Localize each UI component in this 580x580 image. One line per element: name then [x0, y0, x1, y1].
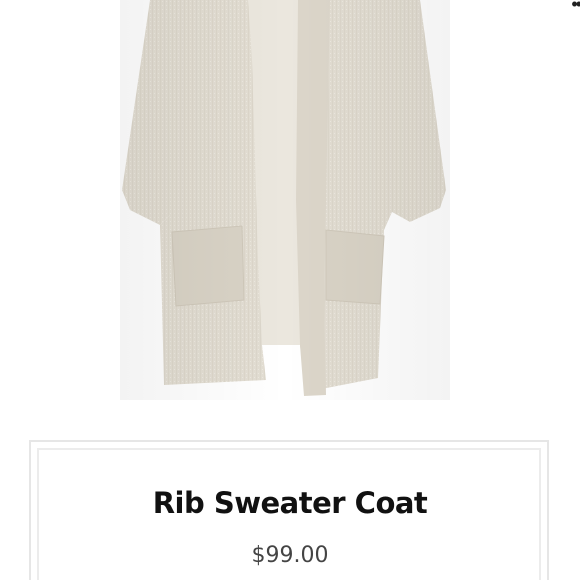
- product-price: $99.00: [251, 543, 329, 568]
- more-options-icon[interactable]: ••: [571, 0, 580, 15]
- product-title[interactable]: Rib Sweater Coat: [0, 486, 580, 520]
- product-page: •• Rib Sweater Coat $99.00: [0, 0, 580, 580]
- product-image[interactable]: [0, 0, 580, 440]
